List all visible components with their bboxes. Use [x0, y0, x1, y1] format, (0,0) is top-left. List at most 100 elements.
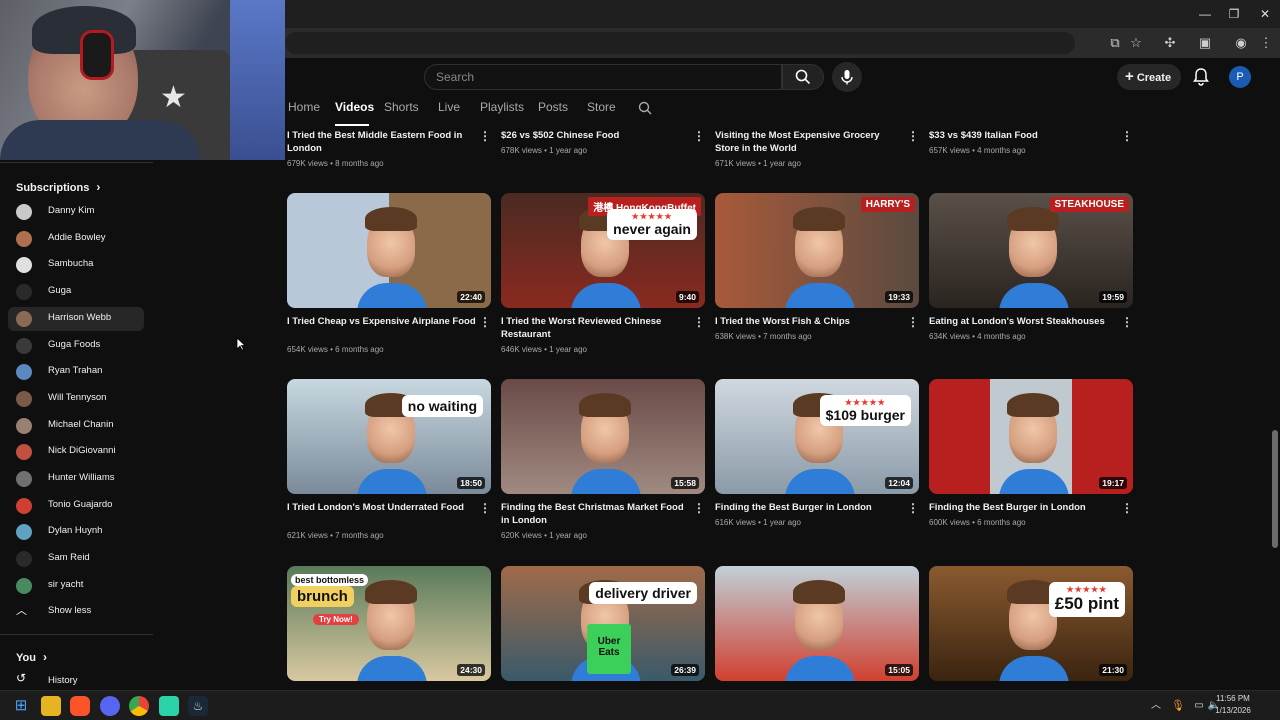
tab-shorts[interactable]: Shorts	[384, 100, 419, 114]
sidebar-channel-item[interactable]: Guga	[8, 280, 144, 304]
more-options-icon[interactable]: ⋮	[907, 129, 919, 143]
scrollbar-thumb[interactable]	[1272, 430, 1278, 548]
chevron-up-icon: ︿	[16, 605, 27, 617]
more-options-icon[interactable]: ⋮	[479, 501, 491, 515]
video-title[interactable]: Eating at London's Worst Steakhouses	[929, 315, 1119, 328]
video-thumbnail[interactable]: HARRY'S 19:33	[715, 193, 919, 308]
subscriptions-heading[interactable]: Subscriptions ›	[16, 180, 100, 194]
windows-start-icon[interactable]: ⊞	[11, 696, 31, 716]
more-options-icon[interactable]: ⋮	[907, 501, 919, 515]
extensions-icon[interactable]: ✣	[1161, 34, 1179, 52]
voice-search-button[interactable]	[832, 62, 862, 92]
taskbar-clock[interactable]: 11:56 PM 1/13/2026	[1208, 693, 1258, 717]
app-icon[interactable]	[159, 696, 179, 716]
tray-chevron-icon[interactable]: ︿	[1146, 696, 1166, 716]
tab-playlists[interactable]: Playlists	[480, 100, 524, 114]
show-less-label: Show less	[48, 605, 92, 616]
channel-search-icon[interactable]	[638, 101, 652, 115]
steam-icon[interactable]: ♨	[188, 696, 208, 716]
sidebar-channel-item[interactable]: Tonio Guajardo	[8, 494, 144, 518]
video-thumbnail[interactable]: ★★★★★ $109 burger 12:04	[715, 379, 919, 494]
video-thumbnail[interactable]: 22:40	[287, 193, 491, 308]
page-scrollbar[interactable]	[1271, 58, 1280, 690]
tab-home[interactable]: Home	[288, 100, 320, 114]
sidebar-channel-item[interactable]: sir yacht	[8, 574, 144, 598]
video-title[interactable]: I Tried the Worst Reviewed Chinese Resta…	[501, 315, 691, 341]
more-options-icon[interactable]: ⋮	[479, 315, 491, 329]
video-title[interactable]: Finding the Best Burger in London	[715, 501, 905, 514]
video-duration: 19:17	[1099, 477, 1127, 489]
sidebar-channel-item[interactable]: Nick DiGiovanni	[8, 440, 144, 464]
search-input[interactable]: Search	[424, 64, 782, 90]
sidebar-channel-item[interactable]: Addie Bowley	[8, 227, 144, 251]
video-title[interactable]: Visiting the Most Expensive Grocery Stor…	[715, 129, 905, 155]
sidebar-channel-item[interactable]: Guga Foods	[8, 334, 144, 358]
tab-posts[interactable]: Posts	[538, 100, 568, 114]
more-options-icon[interactable]: ⋮	[1121, 129, 1133, 143]
tab-store[interactable]: Store	[587, 100, 616, 114]
video-thumbnail[interactable]: delivery driver Uber Eats 26:39	[501, 566, 705, 681]
sidebar-channel-item[interactable]: Sam Reid	[8, 547, 144, 571]
side-panel-icon[interactable]: ▣	[1196, 34, 1214, 52]
address-bar[interactable]	[285, 32, 1075, 54]
sidebar-channel-item[interactable]: Michael Chanin	[8, 414, 144, 438]
file-explorer-icon[interactable]	[41, 696, 61, 716]
video-thumbnail[interactable]: 19:17	[929, 379, 1133, 494]
chrome-icon[interactable]	[129, 696, 149, 716]
video-thumbnail[interactable]: no waiting 18:50	[287, 379, 491, 494]
tab-live[interactable]: Live	[438, 100, 460, 114]
tab-videos[interactable]: Videos	[335, 100, 374, 114]
video-thumbnail[interactable]: 15:58	[501, 379, 705, 494]
sidebar-channel-item[interactable]: Sambucha	[8, 253, 144, 277]
video-title[interactable]: I Tried Cheap vs Expensive Airplane Food	[287, 315, 477, 328]
sidebar-channel-item[interactable]: Danny Kim	[8, 200, 144, 224]
more-options-icon[interactable]: ⋮	[1121, 315, 1133, 329]
video-thumbnail[interactable]: 15:05	[715, 566, 919, 681]
more-options-icon[interactable]: ⋮	[479, 129, 491, 143]
you-heading[interactable]: You ›	[16, 650, 47, 664]
discord-icon[interactable]	[100, 696, 120, 716]
video-title[interactable]: $33 vs $439 Italian Food	[929, 129, 1119, 142]
more-options-icon[interactable]: ⋮	[693, 501, 705, 515]
sidebar-channel-item[interactable]: Hunter Williams	[8, 467, 144, 491]
tray-mic-icon[interactable]: 🎙	[1168, 696, 1188, 716]
video-title[interactable]: Finding the Best Burger in London	[929, 501, 1119, 514]
video-title[interactable]: Finding the Best Christmas Market Food i…	[501, 501, 691, 527]
more-options-icon[interactable]: ⋮	[907, 315, 919, 329]
video-title[interactable]: $26 vs $502 Chinese Food	[501, 129, 691, 142]
bookmark-star-icon[interactable]: ☆	[1127, 34, 1145, 52]
sidebar-channel-item[interactable]: Dylan Huynh	[8, 520, 144, 544]
minimize-button[interactable]: —	[1190, 4, 1220, 24]
notifications-button[interactable]	[1190, 66, 1212, 88]
search-icon	[795, 69, 811, 85]
channel-avatar	[16, 310, 32, 327]
video-thumbnail[interactable]: ★★★★★ £50 pint 21:30	[929, 566, 1133, 681]
restore-button[interactable]: ❐	[1219, 4, 1249, 24]
video-thumbnail[interactable]: STEAKHOUSE 19:59	[929, 193, 1133, 308]
more-options-icon[interactable]: ⋮	[1121, 501, 1133, 515]
install-app-icon[interactable]: ⧉	[1106, 34, 1124, 52]
video-title[interactable]: I Tried the Best Middle Eastern Food in …	[287, 129, 477, 155]
create-button[interactable]: + Create	[1117, 64, 1181, 90]
rating-stars: ★★★★★	[844, 398, 886, 407]
chrome-menu-icon[interactable]: ⋮	[1257, 34, 1275, 52]
brave-browser-icon[interactable]	[70, 696, 90, 716]
video-title[interactable]: I Tried the Worst Fish & Chips	[715, 315, 905, 328]
channel-avatar	[16, 524, 32, 541]
more-options-icon[interactable]: ⋮	[693, 315, 705, 329]
video-thumbnail[interactable]: best bottomless brunch Try Now! 24:30	[287, 566, 491, 681]
search-button[interactable]	[782, 64, 824, 90]
channel-name: Danny Kim	[48, 205, 95, 216]
sidebar-channel-item[interactable]: Will Tennyson	[8, 387, 144, 411]
profile-icon[interactable]: ◉	[1232, 34, 1250, 52]
show-less-button[interactable]: ︿ Show less	[8, 600, 144, 624]
clock-time: 11:56 PM	[1216, 694, 1250, 703]
sidebar-channel-item[interactable]: Harrison Webb	[8, 306, 144, 331]
account-avatar[interactable]: P	[1229, 66, 1251, 88]
more-options-icon[interactable]: ⋮	[693, 129, 705, 143]
close-window-button[interactable]: ✕	[1250, 4, 1280, 24]
video-duration: 22:40	[457, 291, 485, 303]
video-title[interactable]: I Tried London's Most Underrated Food	[287, 501, 477, 514]
video-thumbnail[interactable]: 港樓 HongKongBuffet★★★★★never again9:40	[501, 193, 705, 308]
sidebar-channel-item[interactable]: Ryan Trahan	[8, 360, 144, 384]
